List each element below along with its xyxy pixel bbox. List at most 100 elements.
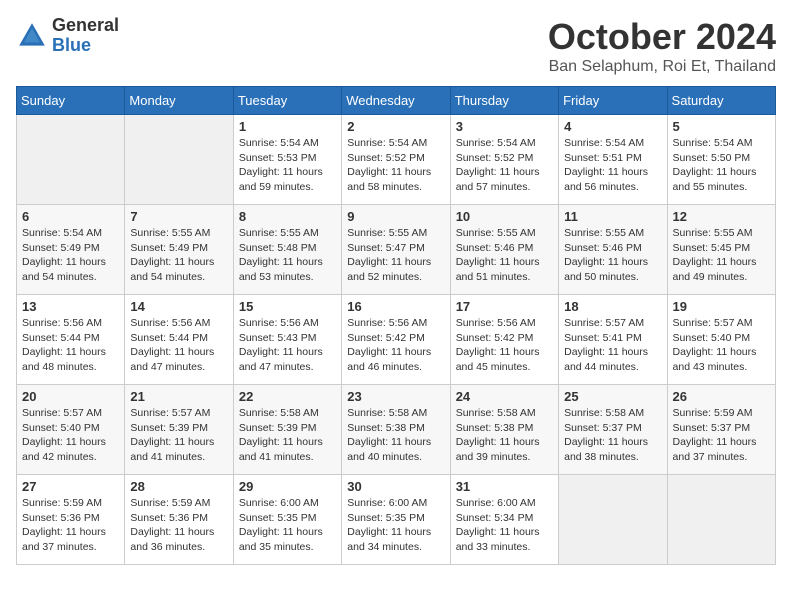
cell-day-number: 26 <box>673 389 770 404</box>
cell-info: Sunrise: 5:56 AMSunset: 5:43 PMDaylight:… <box>239 316 336 375</box>
calendar-cell: 19 Sunrise: 5:57 AMSunset: 5:40 PMDayligh… <box>667 295 775 385</box>
calendar-cell: 13 Sunrise: 5:56 AMSunset: 5:44 PMDayligh… <box>17 295 125 385</box>
cell-info: Sunrise: 5:58 AMSunset: 5:39 PMDaylight:… <box>239 406 336 465</box>
logo-blue: Blue <box>52 36 119 56</box>
cell-day-number: 3 <box>456 119 553 134</box>
cell-day-number: 28 <box>130 479 227 494</box>
cell-info: Sunrise: 5:59 AMSunset: 5:37 PMDaylight:… <box>673 406 770 465</box>
cell-info: Sunrise: 5:54 AMSunset: 5:52 PMDaylight:… <box>456 136 553 195</box>
calendar-cell: 16 Sunrise: 5:56 AMSunset: 5:42 PMDayligh… <box>342 295 450 385</box>
cell-info: Sunrise: 5:58 AMSunset: 5:38 PMDaylight:… <box>456 406 553 465</box>
cell-info: Sunrise: 5:55 AMSunset: 5:46 PMDaylight:… <box>564 226 661 285</box>
calendar-cell: 21 Sunrise: 5:57 AMSunset: 5:39 PMDayligh… <box>125 385 233 475</box>
cell-info: Sunrise: 5:55 AMSunset: 5:45 PMDaylight:… <box>673 226 770 285</box>
cell-info: Sunrise: 5:55 AMSunset: 5:48 PMDaylight:… <box>239 226 336 285</box>
calendar-week-row: 13 Sunrise: 5:56 AMSunset: 5:44 PMDayligh… <box>17 295 776 385</box>
calendar-day-header: Friday <box>559 87 667 115</box>
logo-icon <box>16 20 48 52</box>
cell-day-number: 11 <box>564 209 661 224</box>
cell-day-number: 5 <box>673 119 770 134</box>
cell-info: Sunrise: 5:57 AMSunset: 5:39 PMDaylight:… <box>130 406 227 465</box>
location: Ban Selaphum, Roi Et, Thailand <box>548 58 776 76</box>
cell-info: Sunrise: 6:00 AMSunset: 5:34 PMDaylight:… <box>456 496 553 555</box>
calendar-cell: 8 Sunrise: 5:55 AMSunset: 5:48 PMDaylight… <box>233 205 341 295</box>
calendar-week-row: 1Sunrise: 5:54 AMSunset: 5:53 PMDaylight… <box>17 115 776 205</box>
calendar-header-row: SundayMondayTuesdayWednesdayThursdayFrid… <box>17 87 776 115</box>
logo-general: General <box>52 16 119 36</box>
cell-day-number: 16 <box>347 299 444 314</box>
calendar-cell: 26 Sunrise: 5:59 AMSunset: 5:37 PMDayligh… <box>667 385 775 475</box>
calendar-cell: 18 Sunrise: 5:57 AMSunset: 5:41 PMDayligh… <box>559 295 667 385</box>
cell-day-number: 17 <box>456 299 553 314</box>
calendar-cell: 4Sunrise: 5:54 AMSunset: 5:51 PMDaylight… <box>559 115 667 205</box>
cell-info: Sunrise: 6:00 AMSunset: 5:35 PMDaylight:… <box>239 496 336 555</box>
cell-day-number: 2 <box>347 119 444 134</box>
calendar-cell: 27 Sunrise: 5:59 AMSunset: 5:36 PMDayligh… <box>17 475 125 565</box>
calendar-day-header: Sunday <box>17 87 125 115</box>
cell-info: Sunrise: 5:57 AMSunset: 5:41 PMDaylight:… <box>564 316 661 375</box>
cell-info: Sunrise: 5:57 AMSunset: 5:40 PMDaylight:… <box>673 316 770 375</box>
calendar-cell: 3 Sunrise: 5:54 AMSunset: 5:52 PMDaylight… <box>450 115 558 205</box>
cell-day-number: 6 <box>22 209 119 224</box>
calendar-cell: 29 Sunrise: 6:00 AMSunset: 5:35 PMDayligh… <box>233 475 341 565</box>
calendar-cell: 28 Sunrise: 5:59 AMSunset: 5:36 PMDayligh… <box>125 475 233 565</box>
cell-day-number: 25 <box>564 389 661 404</box>
calendar-cell: 1Sunrise: 5:54 AMSunset: 5:53 PMDaylight… <box>233 115 341 205</box>
calendar-cell: 9Sunrise: 5:55 AMSunset: 5:47 PMDaylight… <box>342 205 450 295</box>
calendar-cell: 31Sunrise: 6:00 AMSunset: 5:34 PMDayligh… <box>450 475 558 565</box>
cell-info: Sunrise: 5:59 AMSunset: 5:36 PMDaylight:… <box>22 496 119 555</box>
calendar-cell: 5 Sunrise: 5:54 AMSunset: 5:50 PMDaylight… <box>667 115 775 205</box>
cell-info: Sunrise: 5:55 AMSunset: 5:49 PMDaylight:… <box>130 226 227 285</box>
cell-day-number: 13 <box>22 299 119 314</box>
cell-info: Sunrise: 5:57 AMSunset: 5:40 PMDaylight:… <box>22 406 119 465</box>
calendar-cell: 2 Sunrise: 5:54 AMSunset: 5:52 PMDaylight… <box>342 115 450 205</box>
logo: General Blue <box>16 16 119 56</box>
cell-day-number: 30 <box>347 479 444 494</box>
calendar-week-row: 20 Sunrise: 5:57 AMSunset: 5:40 PMDayligh… <box>17 385 776 475</box>
cell-day-number: 1 <box>239 119 336 134</box>
calendar-cell: 17Sunrise: 5:56 AMSunset: 5:42 PMDayligh… <box>450 295 558 385</box>
calendar-day-header: Tuesday <box>233 87 341 115</box>
cell-day-number: 19 <box>673 299 770 314</box>
cell-day-number: 22 <box>239 389 336 404</box>
calendar-cell: 30 Sunrise: 6:00 AMSunset: 5:35 PMDayligh… <box>342 475 450 565</box>
calendar-cell <box>125 115 233 205</box>
cell-day-number: 18 <box>564 299 661 314</box>
calendar-cell: 10 Sunrise: 5:55 AMSunset: 5:46 PMDayligh… <box>450 205 558 295</box>
cell-day-number: 4 <box>564 119 661 134</box>
cell-info: Sunrise: 5:55 AMSunset: 5:46 PMDaylight:… <box>456 226 553 285</box>
calendar-cell: 15 Sunrise: 5:56 AMSunset: 5:43 PMDayligh… <box>233 295 341 385</box>
cell-info: Sunrise: 5:54 AMSunset: 5:52 PMDaylight:… <box>347 136 444 195</box>
cell-day-number: 7 <box>130 209 227 224</box>
cell-info: Sunrise: 5:58 AMSunset: 5:37 PMDaylight:… <box>564 406 661 465</box>
calendar-day-header: Saturday <box>667 87 775 115</box>
cell-day-number: 8 <box>239 209 336 224</box>
cell-day-number: 9 <box>347 209 444 224</box>
calendar-cell: 25 Sunrise: 5:58 AMSunset: 5:37 PMDayligh… <box>559 385 667 475</box>
cell-info: Sunrise: 5:58 AMSunset: 5:38 PMDaylight:… <box>347 406 444 465</box>
cell-info: Sunrise: 5:54 AMSunset: 5:49 PMDaylight:… <box>22 226 119 285</box>
cell-day-number: 10 <box>456 209 553 224</box>
cell-day-number: 20 <box>22 389 119 404</box>
cell-info: Sunrise: 5:56 AMSunset: 5:42 PMDaylight:… <box>347 316 444 375</box>
calendar-cell: 12Sunrise: 5:55 AMSunset: 5:45 PMDayligh… <box>667 205 775 295</box>
calendar-cell <box>17 115 125 205</box>
cell-info: Sunrise: 5:56 AMSunset: 5:44 PMDaylight:… <box>22 316 119 375</box>
cell-day-number: 15 <box>239 299 336 314</box>
cell-info: Sunrise: 6:00 AMSunset: 5:35 PMDaylight:… <box>347 496 444 555</box>
calendar-cell: 24Sunrise: 5:58 AMSunset: 5:38 PMDayligh… <box>450 385 558 475</box>
cell-day-number: 14 <box>130 299 227 314</box>
month-title: October 2024 <box>548 16 776 58</box>
cell-info: Sunrise: 5:54 AMSunset: 5:50 PMDaylight:… <box>673 136 770 195</box>
cell-day-number: 27 <box>22 479 119 494</box>
calendar-week-row: 6 Sunrise: 5:54 AMSunset: 5:49 PMDaylight… <box>17 205 776 295</box>
calendar-cell: 14Sunrise: 5:56 AMSunset: 5:44 PMDayligh… <box>125 295 233 385</box>
cell-day-number: 29 <box>239 479 336 494</box>
cell-day-number: 21 <box>130 389 227 404</box>
cell-info: Sunrise: 5:59 AMSunset: 5:36 PMDaylight:… <box>130 496 227 555</box>
calendar-week-row: 27 Sunrise: 5:59 AMSunset: 5:36 PMDayligh… <box>17 475 776 565</box>
page-header: General Blue October 2024 Ban Selaphum, … <box>16 16 776 76</box>
calendar-day-header: Wednesday <box>342 87 450 115</box>
calendar-cell: 23Sunrise: 5:58 AMSunset: 5:38 PMDayligh… <box>342 385 450 475</box>
calendar-cell: 20 Sunrise: 5:57 AMSunset: 5:40 PMDayligh… <box>17 385 125 475</box>
